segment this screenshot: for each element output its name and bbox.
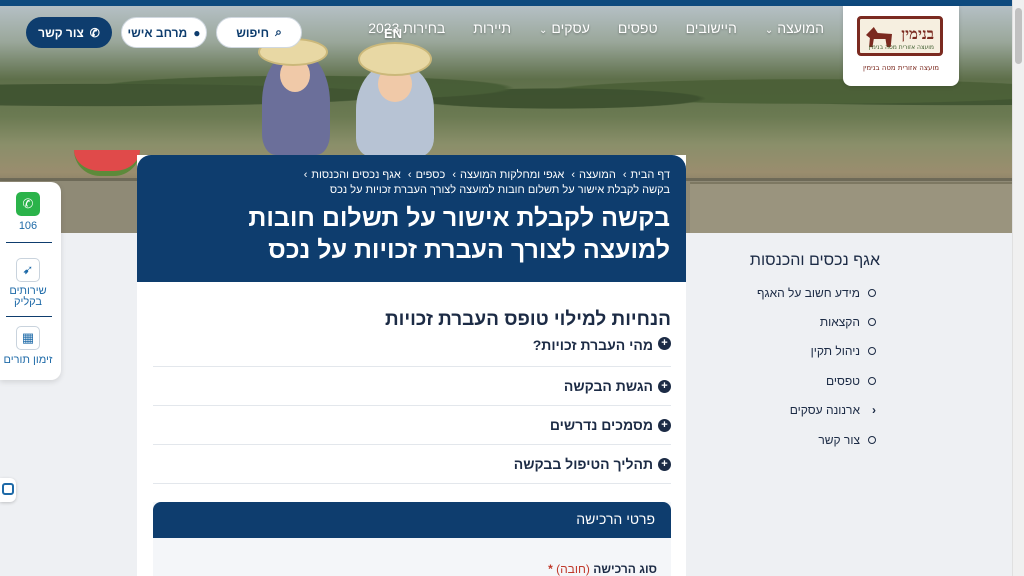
breadcrumb: דף הבית› המועצה› אגפי ומחלקות המועצה› כס… (303, 169, 670, 181)
nav-item-tourism[interactable]: תיירות (473, 20, 511, 36)
nav-item-council[interactable]: המועצה⌄ (765, 20, 824, 36)
section-sidebar: אגף נכסים והכנסות מידע חשוב על האגף הקצא… (700, 252, 880, 454)
page-title-line2: למועצה לצורך העברת זכויות על נכס (268, 236, 670, 264)
scrollbar-thumb[interactable] (1015, 8, 1022, 64)
hero-watermelon (74, 150, 140, 176)
accordion-required-documents[interactable]: + מסמכים נדרשים (153, 406, 671, 445)
nav-item-settlements[interactable]: היישובים (686, 20, 737, 36)
circle-bullet-icon (868, 347, 876, 356)
chevron-left-icon: ‹ (872, 403, 876, 418)
nav-item-business[interactable]: עסקים⌄ (539, 20, 590, 36)
card-header: דף הבית› המועצה› אגפי ומחלקות המועצה› כס… (137, 155, 686, 282)
services-link[interactable]: ➹ שירותים בקליק (0, 258, 56, 308)
breadcrumb-council[interactable]: המועצה (579, 169, 616, 181)
accessibility-toggle[interactable] (0, 478, 16, 502)
chevron-down-icon: ⌄ (539, 25, 548, 36)
purchase-details-panel: פרטי הרכישה סוג הרכישה (חובה) * (153, 502, 671, 576)
page-title-line1: בקשה לקבלת אישור על תשלום חובות (248, 204, 670, 232)
panel-header: פרטי הרכישה (153, 502, 671, 538)
plus-circle-icon: + (658, 337, 671, 350)
nav-item-elections[interactable]: בחירות 2023 (368, 20, 445, 36)
hero-wall-right (690, 182, 1012, 233)
main-content-card: דף הבית› המועצה› אגפי ומחלקות המועצה› כס… (137, 155, 686, 576)
personal-area-button[interactable]: ● מרחב אישי (121, 17, 207, 48)
sidebar-item-proper-management[interactable]: ניהול תקין (700, 337, 880, 366)
phone-icon: ✆ (89, 25, 100, 40)
calendar-icon: ▦ (16, 326, 40, 350)
purchase-type-label: סוג הרכישה (חובה) * (548, 562, 657, 576)
float-divider (6, 242, 52, 243)
card-body: הנחיות למילוי טופס העברת זכויות + מהי העב… (153, 295, 671, 484)
section-title: הנחיות למילוי טופס העברת זכויות (384, 309, 671, 330)
breadcrumb-finance[interactable]: כספים (416, 169, 446, 181)
logo-mark: בנימין מועצה אזורית מטה בנימין (857, 16, 943, 56)
accessibility-icon (2, 483, 14, 495)
contact-button[interactable]: ✆ צור קשר (26, 17, 112, 48)
chevron-down-icon: ⌄ (764, 25, 774, 36)
circle-bullet-icon (868, 435, 876, 444)
plus-circle-icon: + (658, 457, 671, 471)
logo-sub: מועצה אזורית מטה בנימין (868, 44, 934, 51)
sidebar-item-forms[interactable]: טפסים (700, 366, 880, 395)
accordion-submit-request[interactable]: + הגשת הבקשה (153, 367, 671, 406)
site-logo[interactable]: בנימין מועצה אזורית מטה בנימין מועצה אזו… (843, 6, 959, 86)
page-scrollbar[interactable] (1012, 0, 1024, 576)
personal-area-label: מרחב אישי (127, 25, 188, 40)
page-title: בקשה לקבלת אישור על תשלום חובות למועצה ל… (153, 202, 670, 266)
plus-circle-icon: + (658, 379, 671, 393)
whatsapp-link[interactable]: ✆ 106 (0, 192, 56, 232)
circle-bullet-icon (868, 318, 876, 327)
breadcrumb-home[interactable]: דף הבית (631, 169, 670, 181)
user-icon: ● (193, 25, 201, 40)
main-menu: המועצה⌄ היישובים טפסים עסקים⌄ תיירות בחי… (340, 20, 824, 36)
circle-bullet-icon (868, 376, 876, 385)
main-navbar: בנימין מועצה אזורית מטה בנימין מועצה אזו… (0, 6, 1012, 86)
float-divider (6, 316, 52, 317)
appointments-label: זימון תורים (3, 354, 53, 366)
whatsapp-label: 106 (18, 220, 38, 232)
appointments-link[interactable]: ▦ זימון תורים (0, 326, 56, 366)
floating-quick-links: ✆ 106 ➹ שירותים בקליק ▦ זימון תורים (0, 182, 61, 380)
sidebar-item-contact[interactable]: צור קשר (700, 425, 880, 454)
search-icon: ⌕ (275, 25, 282, 39)
nav-item-forms[interactable]: טפסים (618, 20, 658, 36)
cursor-click-icon: ➹ (16, 258, 40, 282)
accordion-handling-process[interactable]: + תהליך הטיפול בבקשה (153, 445, 671, 484)
services-label: שירותים בקליק (9, 285, 47, 308)
language-switch[interactable]: EN (384, 26, 402, 41)
accordion-what-is-transfer[interactable]: + מהי העברת זכויות? (153, 337, 671, 367)
logo-wordmark: בנימין (901, 25, 934, 43)
contact-button-label: צור קשר (38, 25, 84, 40)
sidebar-item-important-info[interactable]: מידע חשוב על האגף (700, 278, 880, 307)
breadcrumb-assets[interactable]: אגף נכסים והכנסות (311, 169, 400, 181)
whatsapp-icon: ✆ (16, 192, 40, 216)
plus-circle-icon: + (658, 418, 671, 432)
search-button[interactable]: ⌕ חיפוש (216, 17, 302, 48)
sidebar-item-allocations[interactable]: הקצאות (700, 307, 880, 336)
circle-bullet-icon (868, 288, 876, 297)
breadcrumb-departments[interactable]: אגפי ומחלקות המועצה (460, 169, 564, 181)
breadcrumb-current: בקשה לקבלת אישור על תשלום חובות למועצה ל… (329, 184, 670, 196)
sidebar-item-business-tax[interactable]: ‹ ארנונה עסקים (700, 396, 880, 425)
logo-caption: מועצה אזורית מטה בנימין (862, 64, 940, 72)
sidebar-title: אגף נכסים והכנסות (749, 252, 880, 269)
search-button-label: חיפוש (236, 25, 270, 40)
